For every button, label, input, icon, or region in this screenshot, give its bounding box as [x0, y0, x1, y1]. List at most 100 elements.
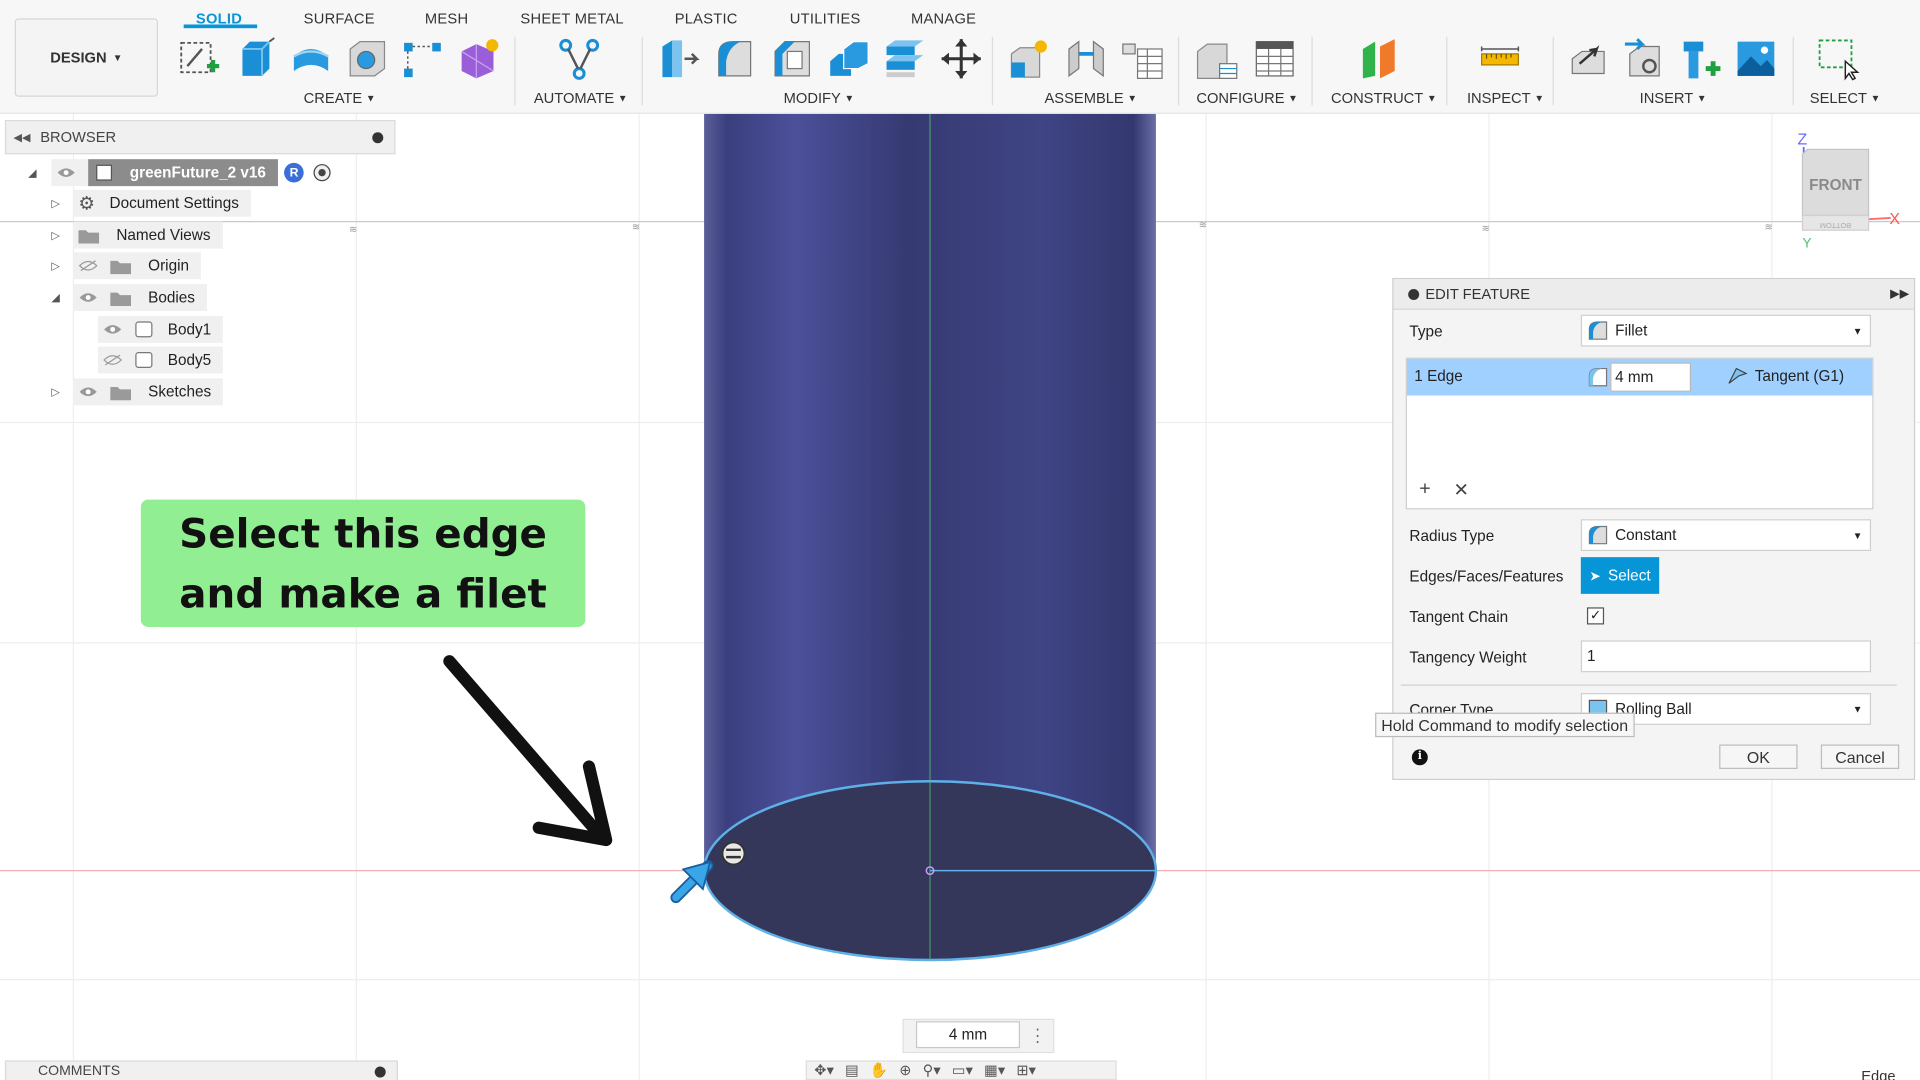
expand-arrow-icon[interactable]: ▷ — [51, 386, 59, 399]
cylinder-body[interactable] — [702, 113, 1158, 962]
view-cube-front-label: FRONT — [1809, 177, 1862, 194]
workspace-design-dropdown[interactable]: DESIGN ▼ — [14, 18, 158, 97]
collapse-arrows-icon[interactable]: ◀◀ — [13, 130, 30, 143]
eye-icon[interactable] — [78, 386, 98, 398]
dialog-header[interactable]: EDIT FEATURE ▶▶ — [1393, 279, 1914, 310]
view-cube[interactable]: Z X Y FRONT BOTTOM — [1788, 127, 1910, 249]
radius-input[interactable]: 4 mm — [1610, 362, 1692, 392]
tree-item-document[interactable]: greenFuture_2 v16 R — [51, 159, 331, 187]
create-menu[interactable]: CREATE ▼ — [304, 89, 376, 106]
revolve-icon[interactable] — [289, 37, 333, 81]
cancel-button[interactable]: Cancel — [1820, 744, 1900, 769]
tab-plastic[interactable]: PLASTIC — [675, 10, 738, 27]
add-selection-icon[interactable]: + — [1419, 479, 1430, 501]
insert-menu[interactable]: INSERT ▼ — [1640, 89, 1707, 106]
select-button[interactable]: ➤ Select — [1580, 557, 1660, 594]
comments-panel[interactable]: COMMENTS — [4, 1060, 398, 1080]
remove-selection-icon[interactable]: ✕ — [1453, 479, 1468, 501]
continuity-dropdown[interactable]: Tangent (G1) — [1728, 367, 1844, 384]
expand-arrows-icon[interactable]: ▶▶ — [1890, 287, 1909, 300]
modify-menu[interactable]: MODIFY ▼ — [784, 89, 855, 106]
info-icon[interactable]: i — [1411, 749, 1428, 766]
minimize-icon[interactable] — [372, 131, 384, 143]
tree-item-document-settings[interactable]: ⚙ Document Settings — [73, 189, 252, 217]
expand-arrow-icon[interactable]: ▷ — [51, 197, 59, 210]
insert-canvas-icon[interactable] — [1734, 37, 1778, 81]
tree-item-body5[interactable]: Body5 — [97, 346, 224, 374]
tangent-chain-checkbox[interactable]: ✓ — [1586, 607, 1605, 625]
svg-text:≋: ≋ — [349, 225, 357, 236]
tab-utilities[interactable]: UTILITIES — [790, 10, 861, 27]
tree-item-origin[interactable]: Origin — [73, 252, 202, 280]
form-icon[interactable] — [457, 37, 501, 81]
offset-plane-icon[interactable] — [1358, 37, 1402, 81]
more-options-icon[interactable]: · · · — [1035, 1020, 1041, 1049]
measure-icon[interactable] — [1478, 37, 1522, 81]
grid-settings-icon[interactable]: ▦▾ — [984, 1062, 1005, 1079]
tab-sheet-metal[interactable]: SHEET METAL — [520, 10, 623, 27]
drag-arrow-icon[interactable] — [670, 860, 714, 904]
selection-row[interactable]: 1 Edge 4 mm Tangent (G1) — [1406, 358, 1873, 396]
tab-surface[interactable]: SURFACE — [304, 10, 375, 27]
select-menu[interactable]: SELECT ▼ — [1810, 89, 1881, 106]
eye-icon[interactable] — [103, 323, 123, 335]
insert-derive-icon[interactable] — [1567, 37, 1611, 81]
new-component-icon[interactable] — [1008, 37, 1052, 81]
configuration-table-icon[interactable] — [1253, 37, 1297, 81]
svg-text:≋: ≋ — [1199, 220, 1207, 231]
display-settings-icon[interactable]: ▭▾ — [952, 1062, 973, 1079]
configure-icon[interactable] — [1195, 37, 1239, 81]
select-window-icon[interactable] — [1816, 37, 1860, 81]
press-pull-icon[interactable] — [658, 37, 702, 81]
tab-mesh[interactable]: MESH — [425, 10, 468, 27]
fit-icon[interactable]: ⚲▾ — [923, 1062, 941, 1079]
insert-mcmaster-icon[interactable] — [1679, 37, 1723, 81]
radius-type-dropdown[interactable]: Constant ▼ — [1580, 519, 1872, 552]
type-dropdown[interactable]: Fillet ▼ — [1580, 314, 1872, 347]
dimension-input[interactable]: 4 mm — [915, 1021, 1021, 1049]
ok-button[interactable]: OK — [1719, 744, 1798, 769]
expand-arrow-icon[interactable]: ▷ — [51, 260, 59, 273]
tree-item-body1[interactable]: Body1 — [97, 315, 224, 343]
expand-arrow-icon[interactable]: ▷ — [51, 229, 59, 242]
tab-manage[interactable]: MANAGE — [911, 10, 976, 27]
eye-hidden-icon[interactable] — [103, 354, 123, 366]
activate-radio-icon[interactable] — [313, 164, 331, 182]
pan-icon[interactable]: ✋ — [870, 1062, 888, 1079]
shell-icon[interactable] — [827, 37, 871, 81]
expand-arrow-icon[interactable]: ◢ — [28, 167, 36, 180]
look-at-icon[interactable]: ▤ — [845, 1062, 859, 1079]
tangency-weight-input[interactable]: 1 — [1580, 640, 1872, 673]
viewports-icon[interactable]: ⊞▾ — [1016, 1062, 1036, 1079]
combine-icon[interactable] — [883, 37, 927, 81]
zoom-icon[interactable]: ⊕ — [899, 1062, 911, 1079]
joint-icon[interactable] — [1064, 37, 1108, 81]
tree-item-sketches[interactable]: Sketches — [73, 378, 224, 406]
eye-icon[interactable] — [78, 291, 98, 303]
automate-icon[interactable] — [557, 37, 601, 81]
orbit-icon[interactable]: ✥▾ — [814, 1062, 834, 1079]
browser-header[interactable]: ◀◀ BROWSER — [4, 120, 396, 155]
fillet-icon[interactable] — [714, 37, 758, 81]
extrude-icon[interactable] — [233, 37, 277, 81]
create-sketch-icon[interactable] — [178, 37, 222, 81]
construct-menu[interactable]: CONSTRUCT ▼ — [1331, 89, 1437, 106]
eye-hidden-icon[interactable] — [78, 260, 98, 272]
minimize-icon[interactable] — [1408, 288, 1420, 300]
edge-manipulator-handle[interactable] — [721, 841, 746, 866]
collapse-arrow-icon[interactable]: ◢ — [51, 291, 59, 304]
hole-icon[interactable] — [345, 37, 389, 81]
tree-item-named-views[interactable]: Named Views — [73, 221, 223, 249]
chamfer-icon[interactable] — [770, 37, 814, 81]
assemble-menu[interactable]: ASSEMBLE ▼ — [1044, 89, 1137, 106]
bill-of-materials-icon[interactable] — [1120, 37, 1164, 81]
configure-menu[interactable]: CONFIGURE ▼ — [1196, 89, 1298, 106]
insert-mesh-icon[interactable] — [1622, 37, 1666, 81]
rectangular-pattern-icon[interactable] — [400, 37, 444, 81]
move-copy-icon[interactable] — [939, 37, 983, 81]
inspect-menu[interactable]: INSPECT ▼ — [1467, 89, 1544, 106]
automate-menu[interactable]: AUTOMATE ▼ — [534, 89, 628, 106]
minimize-icon[interactable] — [374, 1065, 386, 1077]
eye-icon[interactable] — [56, 167, 76, 179]
tree-item-bodies[interactable]: Bodies — [73, 284, 208, 312]
